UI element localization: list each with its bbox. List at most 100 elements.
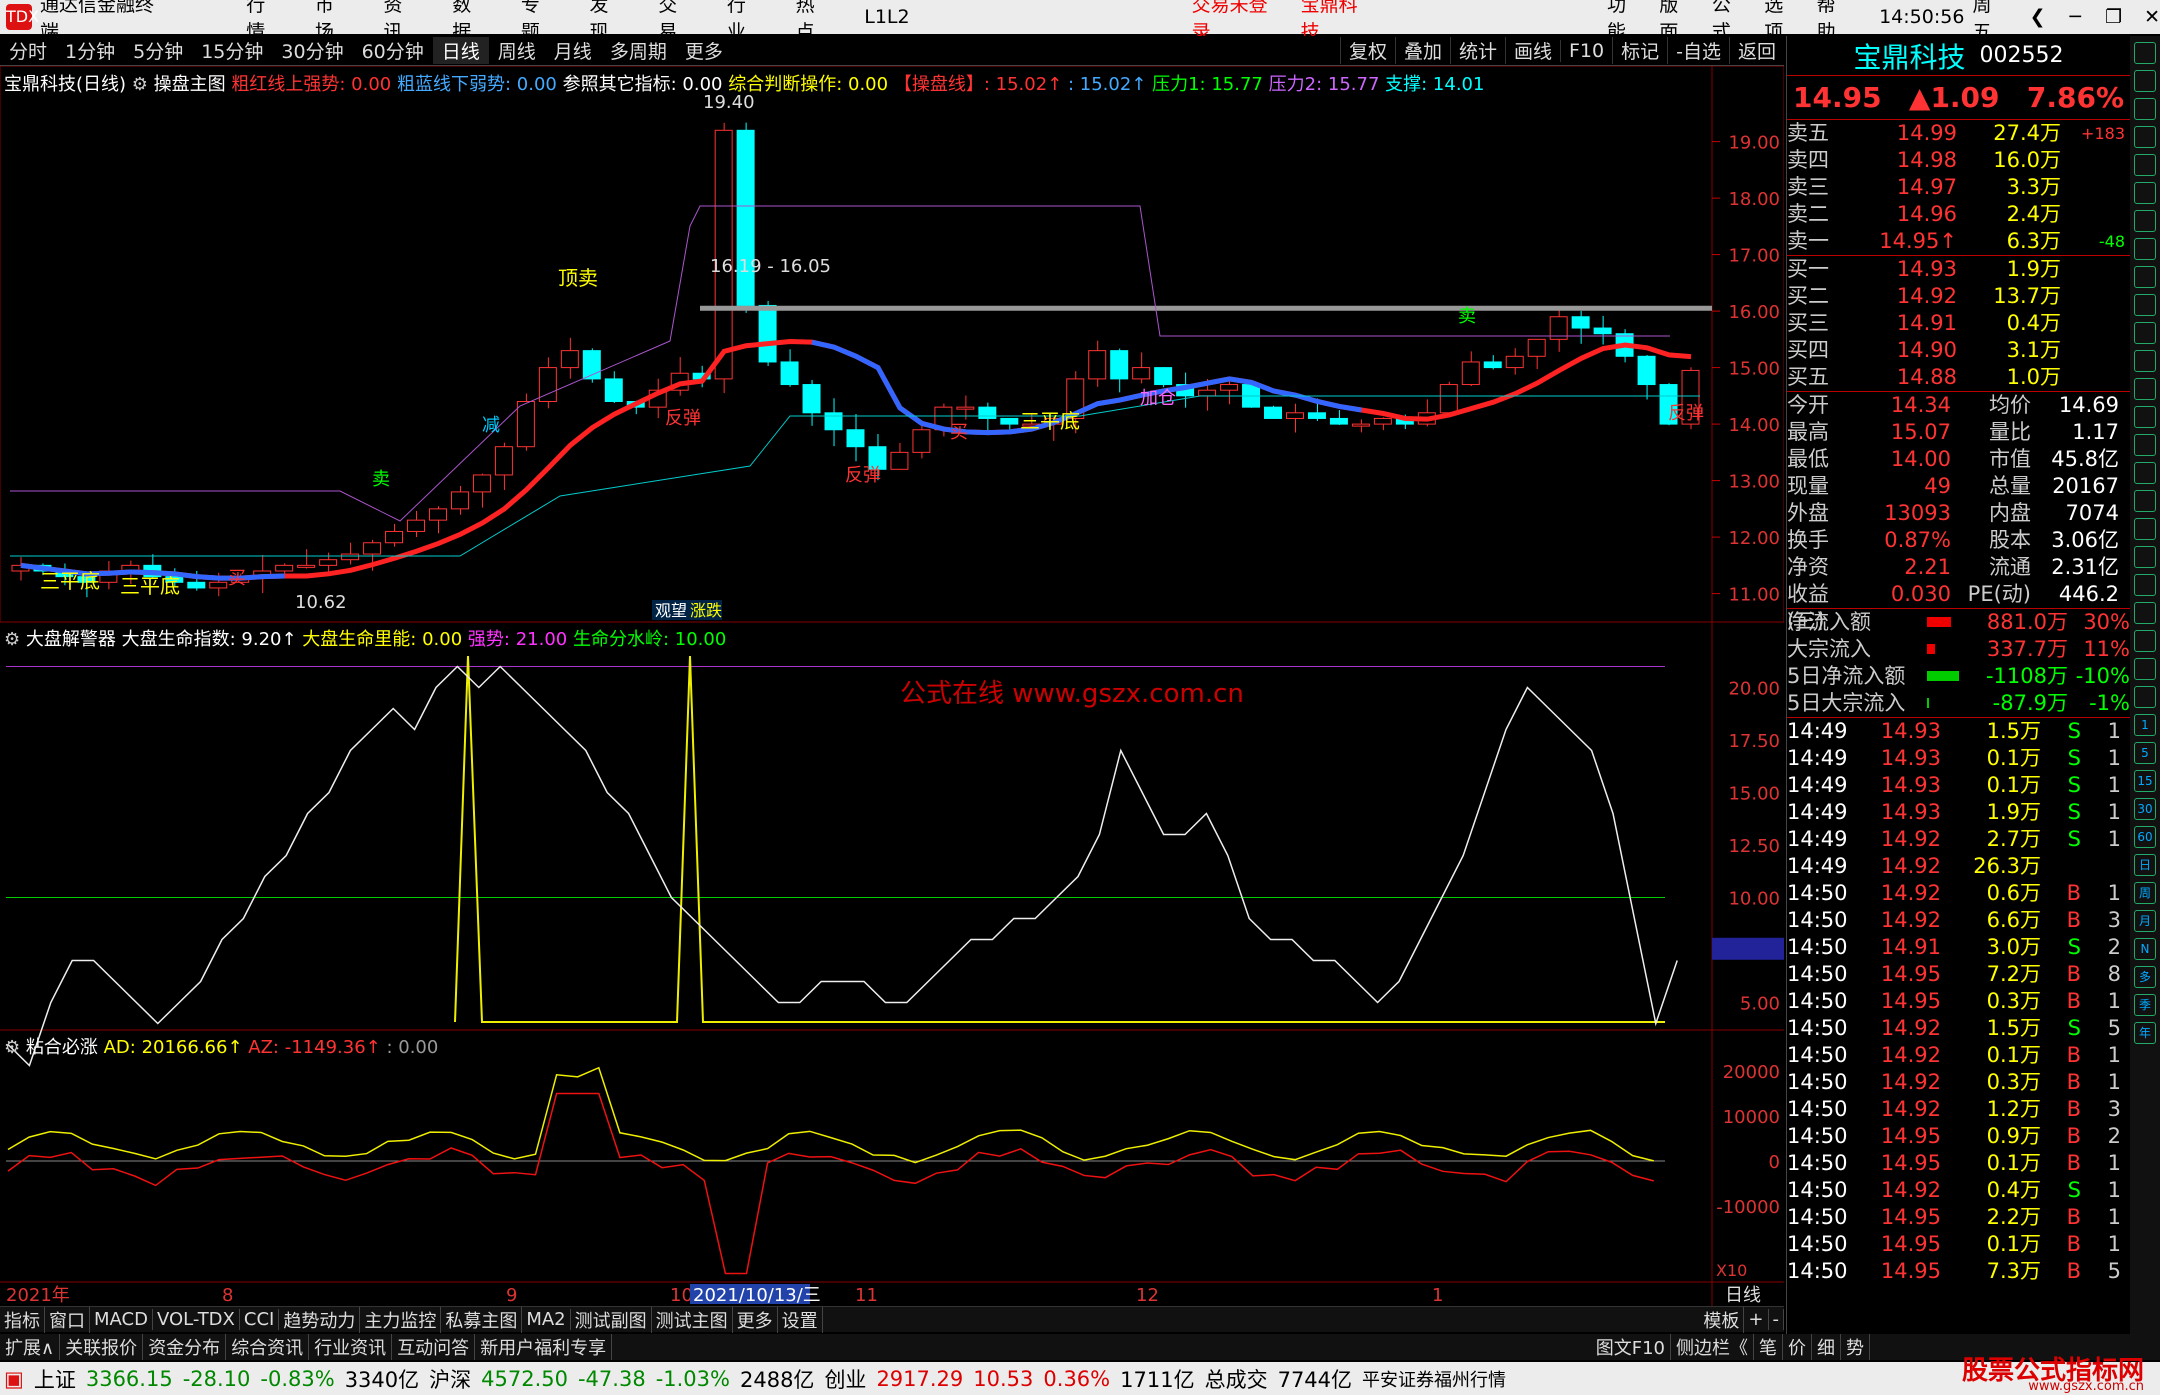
tab-right-2[interactable]: -: [1769, 1309, 1784, 1330]
side-period-icon[interactable]: 月: [2134, 910, 2156, 932]
tab-right-0[interactable]: 模板: [1699, 1306, 1745, 1333]
buy-row[interactable]: 买四 14.90 3.1万: [1787, 337, 2130, 364]
side-tool-icon[interactable]: [2134, 574, 2156, 596]
info-tab-right-4[interactable]: 细: [1812, 1334, 1841, 1360]
info-tab-6[interactable]: 新用户福利专享: [475, 1334, 613, 1360]
side-tool-icon[interactable]: [2134, 70, 2156, 92]
side-tool-icon[interactable]: [2134, 406, 2156, 428]
sub2-title[interactable]: 粘合必涨: [26, 1037, 98, 1058]
period-tab-0[interactable]: 分时: [0, 37, 56, 64]
side-tool-icon[interactable]: [2134, 518, 2156, 540]
side-tool-icon[interactable]: [2134, 658, 2156, 680]
side-period-icon[interactable]: 季: [2134, 994, 2156, 1016]
side-tool-icon[interactable]: [2134, 490, 2156, 512]
info-tab-0[interactable]: 扩展∧: [0, 1334, 61, 1360]
info-tab-4[interactable]: 行业资讯: [309, 1334, 393, 1360]
side-tool-icon[interactable]: [2134, 154, 2156, 176]
period-tab-8[interactable]: 月线: [545, 37, 601, 64]
indicator-tab-11[interactable]: 更多: [733, 1306, 778, 1333]
side-tool-icon[interactable]: [2134, 266, 2156, 288]
buy-row[interactable]: 买三 14.91 0.4万: [1787, 310, 2130, 337]
toolbar-btn-0[interactable]: 复权: [1339, 37, 1395, 64]
side-period-num[interactable]: 1: [2134, 714, 2156, 736]
side-period-icon[interactable]: 年: [2134, 1022, 2156, 1044]
side-tool-icon[interactable]: [2134, 434, 2156, 456]
maximize-icon[interactable]: ❐: [2105, 6, 2122, 28]
indicator-tab-8[interactable]: MA2: [522, 1309, 571, 1330]
info-tab-right-2[interactable]: 笔: [1754, 1334, 1783, 1360]
back-icon[interactable]: ❮: [2030, 6, 2046, 28]
side-tool-icon[interactable]: [2134, 126, 2156, 148]
sell-row[interactable]: 卖四 14.98 16.0万: [1787, 147, 2130, 174]
tick-list[interactable]: 14:49 14.93 1.5万 S 1 14:49 14.93 0.1万 S 1 14:49 14.…: [1787, 718, 2130, 1285]
indicator-tab-9[interactable]: 测试副图: [571, 1306, 652, 1333]
indicator-tab-7[interactable]: 私募主图: [441, 1306, 523, 1333]
side-tool-icon[interactable]: [2134, 462, 2156, 484]
sell-row[interactable]: 卖二 14.96 2.4万: [1787, 201, 2130, 228]
kline-chart[interactable]: 19.0018.0017.0016.0015.0014.0013.0012.00…: [0, 66, 1784, 1306]
side-tool-icon[interactable]: [2134, 98, 2156, 120]
period-tab-10[interactable]: 更多: [676, 37, 732, 64]
period-tab-5[interactable]: 60分钟: [353, 37, 433, 64]
buy-row[interactable]: 买五 14.88 1.0万: [1787, 364, 2130, 391]
toolbar-btn-5[interactable]: 标记: [1612, 37, 1667, 64]
side-tool-icon[interactable]: [2134, 602, 2156, 624]
side-tool-icon[interactable]: [2134, 182, 2156, 204]
sell-row[interactable]: 卖五 14.99 27.4万 +183: [1787, 120, 2130, 147]
indicator-tab-6[interactable]: 主力监控: [360, 1306, 442, 1333]
menu-item-9[interactable]: L1L2: [864, 6, 909, 28]
side-period-num[interactable]: 15: [2134, 770, 2156, 792]
side-tool-icon[interactable]: [2134, 686, 2156, 708]
info-tab-3[interactable]: 综合资讯: [226, 1334, 310, 1360]
indicator-tab-5[interactable]: 趋势动力: [279, 1306, 361, 1333]
period-tab-7[interactable]: 周线: [489, 37, 545, 64]
side-tool-icon[interactable]: [2134, 378, 2156, 400]
toolbar-btn-1[interactable]: 叠加: [1394, 37, 1450, 64]
indicator-tab-3[interactable]: VOL-TDX: [153, 1309, 240, 1330]
period-tab-9[interactable]: 多周期: [601, 37, 676, 64]
legend-indicator[interactable]: 操盘主图: [154, 74, 226, 95]
side-period-icon[interactable]: 多: [2134, 966, 2156, 988]
sell-row[interactable]: 卖一 14.95↑ 6.3万 -48: [1787, 228, 2130, 255]
buy-row[interactable]: 买一 14.93 1.9万: [1787, 256, 2130, 283]
sell-row[interactable]: 卖三 14.97 3.3万: [1787, 174, 2130, 201]
legend-settings-icon[interactable]: ⚙: [132, 74, 148, 95]
period-tab-4[interactable]: 30分钟: [272, 37, 352, 64]
toolbar-btn-4[interactable]: F10: [1560, 39, 1612, 62]
info-tab-2[interactable]: 资金分布: [143, 1334, 227, 1360]
toolbar-btn-3[interactable]: 画线: [1504, 37, 1560, 64]
side-period-icon[interactable]: 日: [2134, 854, 2156, 876]
side-tool-icon[interactable]: [2134, 238, 2156, 260]
side-period-icon[interactable]: N: [2134, 938, 2156, 960]
sub2-settings-icon[interactable]: ⚙: [4, 1037, 20, 1058]
side-tool-icon[interactable]: [2134, 350, 2156, 372]
indicator-tab-12[interactable]: 设置: [778, 1306, 823, 1333]
minimize-icon[interactable]: ─: [2070, 6, 2081, 28]
indicator-tab-1[interactable]: 窗口: [45, 1306, 90, 1333]
period-tab-3[interactable]: 15分钟: [192, 37, 272, 64]
indicator-tab-2[interactable]: MACD: [90, 1309, 153, 1330]
side-period-num[interactable]: 5: [2134, 742, 2156, 764]
side-period-num[interactable]: 30: [2134, 798, 2156, 820]
side-tool-icon[interactable]: [2134, 630, 2156, 652]
info-tab-right-3[interactable]: 价: [1783, 1334, 1812, 1360]
indicator-tab-10[interactable]: 测试主图: [652, 1306, 733, 1333]
period-tab-1[interactable]: 1分钟: [56, 37, 124, 64]
tab-right-1[interactable]: +: [1744, 1309, 1769, 1330]
side-period-num[interactable]: 60: [2134, 826, 2156, 848]
period-tab-2[interactable]: 5分钟: [124, 37, 192, 64]
side-tool-icon[interactable]: [2134, 210, 2156, 232]
info-tab-right-0[interactable]: 图文F10: [1591, 1334, 1671, 1360]
indicator-tab-0[interactable]: 指标: [0, 1306, 45, 1333]
toolbar-btn-6[interactable]: -自选: [1667, 37, 1729, 64]
info-tab-1[interactable]: 关联报价: [60, 1334, 144, 1360]
sub1-settings-icon[interactable]: ⚙: [4, 629, 20, 650]
sub1-title[interactable]: 大盘解警器: [26, 629, 116, 650]
side-tool-icon[interactable]: [2134, 546, 2156, 568]
indicator-tab-4[interactable]: CCI: [240, 1309, 280, 1330]
info-tab-5[interactable]: 互动问答: [392, 1334, 476, 1360]
side-tool-icon[interactable]: [2134, 42, 2156, 64]
period-tab-6[interactable]: 日线: [432, 37, 489, 64]
side-tool-icon[interactable]: [2134, 294, 2156, 316]
toolbar-btn-2[interactable]: 统计: [1449, 37, 1505, 64]
